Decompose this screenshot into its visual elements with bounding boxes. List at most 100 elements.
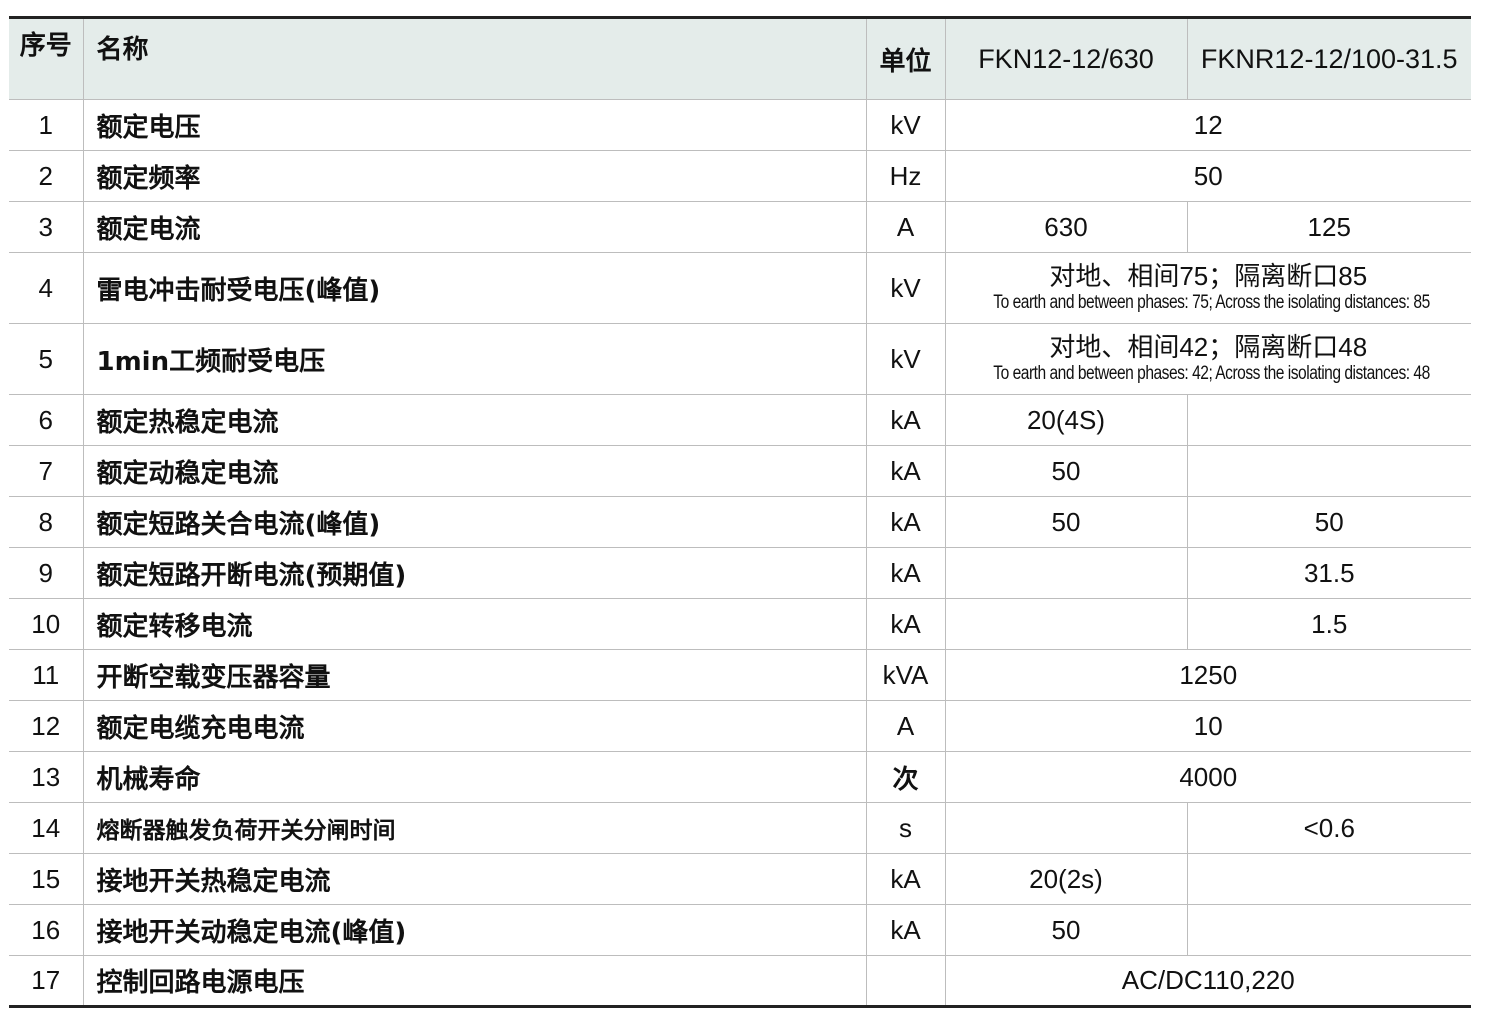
table-row: 11 开断空载变压器容量 kVA 1250 (9, 649, 1471, 701)
row-value-merged: 10 (944, 700, 1471, 752)
value-cn: 对地、相间42；隔离断口48 (1049, 332, 1368, 362)
header-name: 名称 (82, 17, 866, 100)
row-number: 7 (9, 445, 83, 497)
row-unit: kA (865, 496, 945, 548)
row-value-model-b (1186, 853, 1471, 905)
row-value-model-a: 20(4S) (944, 394, 1187, 446)
row-unit: kA (865, 904, 945, 956)
row-unit: kV (865, 99, 945, 151)
row-value-model-a: 20(2s) (944, 853, 1187, 905)
table-row: 12 额定电缆充电电流 A 10 (9, 700, 1471, 752)
row-number: 4 (9, 252, 83, 324)
row-unit: kA (865, 598, 945, 650)
header-model-a: FKN12-12/630 (944, 17, 1187, 100)
row-unit: kA (865, 547, 945, 599)
row-value-model-a (944, 547, 1187, 599)
table-row: 10 额定转移电流 kA 1.5 (9, 598, 1471, 650)
row-value-model-b (1186, 904, 1471, 956)
spec-table: 序号 名称 单位 FKN12-12/630 FKNR12-12/100-31.5… (9, 16, 1471, 1008)
row-name: 额定短路关合电流(峰值) (82, 496, 866, 548)
row-value-merged: 1250 (944, 649, 1471, 701)
row-value-model-a (944, 802, 1187, 854)
row-unit: A (865, 201, 945, 253)
row-name: 额定频率 (82, 150, 866, 202)
row-value-model-a: 630 (944, 201, 1187, 253)
row-number: 9 (9, 547, 83, 599)
row-number: 5 (9, 323, 83, 395)
row-value-model-a: 50 (944, 904, 1187, 956)
table-row: 1 额定电压 kV 12 (9, 99, 1471, 151)
row-number: 11 (9, 649, 83, 701)
table-row: 13 机械寿命次 4000 (9, 751, 1471, 803)
table-row: 17 控制回路电源电压 AC/DC110,220 (9, 955, 1471, 1007)
row-value-model-b: 31.5 (1186, 547, 1471, 599)
row-value-model-a: 50 (944, 445, 1187, 497)
row-name: 接地开关热稳定电流 (82, 853, 866, 905)
row-value-model-b: 1.5 (1186, 598, 1471, 650)
row-name: 1min工频耐受电压 (82, 323, 866, 395)
table-row: 9 额定短路开断电流(预期值) kA 31.5 (9, 547, 1471, 599)
value-cn: 对地、相间75；隔离断口85 (1049, 261, 1368, 291)
row-unit: kA (865, 445, 945, 497)
row-value-model-b (1186, 394, 1471, 446)
row-name: 接地开关动稳定电流(峰值) (82, 904, 866, 956)
table-row: 5 1min工频耐受电压 kV 对地、相间42；隔离断口48 To earth and … (9, 323, 1471, 395)
row-name: 额定电流 (82, 201, 866, 253)
table-row: 3 额定电流 A 630 125 (9, 201, 1471, 253)
table-row: 8 额定短路关合电流(峰值) kA 50 50 (9, 496, 1471, 548)
row-name: 机械寿命 (82, 751, 866, 803)
row-unit: kA (865, 853, 945, 905)
table-row: 16 接地开关动稳定电流(峰值) kA 50 (9, 904, 1471, 956)
table-header-row: 序号 名称 单位 FKN12-12/630 FKNR12-12/100-31.5 (9, 17, 1471, 100)
row-name: 额定转移电流 (82, 598, 866, 650)
row-number: 6 (9, 394, 83, 446)
row-unit: kV (865, 323, 945, 395)
row-value-merged: 对地、相间75；隔离断口85 To earth and between phase… (944, 252, 1471, 324)
row-number: 3 (9, 201, 83, 253)
table-row: 6 额定热稳定电流 kA 20(4S) (9, 394, 1471, 446)
table-row: 14 熔断器触发负荷开关分闸时间 s <0.6 (9, 802, 1471, 854)
row-number: 17 (31, 965, 61, 995)
row-unit: kVA (865, 649, 945, 701)
row-name: 额定动稳定电流 (82, 445, 866, 497)
table-row: 4 雷电冲击耐受电压(峰值) kV 对地、相间75；隔离断口85 To earth an… (9, 252, 1471, 324)
row-unit: kV (865, 252, 945, 324)
row-value-model-b: <0.6 (1186, 802, 1471, 854)
value-en: To earth and between phases: 42; Across … (992, 363, 1430, 384)
header-unit: 单位 (865, 17, 945, 100)
row-number: 1 (9, 99, 83, 151)
row-number: 13 (9, 751, 83, 803)
row-unit: Hz (865, 150, 945, 202)
row-value-merged: AC/DC110,220 (944, 955, 1471, 1007)
row-value-model-b (1186, 445, 1471, 497)
row-unit: s (865, 802, 945, 854)
value-en: To earth and between phases: 75; Across … (992, 292, 1430, 313)
row-number: 14 (9, 802, 83, 854)
row-name: 开断空载变压器容量 (82, 649, 866, 701)
row-name: 额定电压 (82, 99, 866, 151)
table-row: 7 额定动稳定电流 kA 50 (9, 445, 1471, 497)
row-name: 额定短路开断电流(预期值) (82, 547, 866, 599)
row-name: 额定电缆充电电流 (82, 700, 866, 752)
table-row: 15 接地开关热稳定电流 kA 20(2s) (9, 853, 1471, 905)
row-unit: A (865, 700, 945, 752)
row-name: 雷电冲击耐受电压(峰值) (82, 252, 866, 324)
row-value-model-b: 125 (1186, 201, 1471, 253)
row-value-merged: 12 (944, 99, 1471, 151)
row-name: 控制回路电源电压 (82, 955, 866, 1007)
row-name: 额定热稳定电流 (82, 394, 866, 446)
row-value-merged: 对地、相间42；隔离断口48 To earth and between phase… (944, 323, 1471, 395)
row-unit: kA (865, 394, 945, 446)
row-value-model-a (944, 598, 1187, 650)
row-name: 熔断器触发负荷开关分闸时间 (82, 802, 866, 854)
row-number: 10 (9, 598, 83, 650)
table-row: 2 额定频率 Hz 50 (9, 150, 1471, 202)
row-number: 12 (9, 700, 83, 752)
row-value-model-b: 50 (1186, 496, 1471, 548)
row-value-merged: 50 (944, 150, 1471, 202)
row-number: 15 (9, 853, 83, 905)
row-number: 16 (9, 904, 83, 956)
row-unit (865, 955, 945, 1007)
header-model-b: FKNR12-12/100-31.5 (1186, 17, 1471, 100)
row-number: 2 (9, 150, 83, 202)
